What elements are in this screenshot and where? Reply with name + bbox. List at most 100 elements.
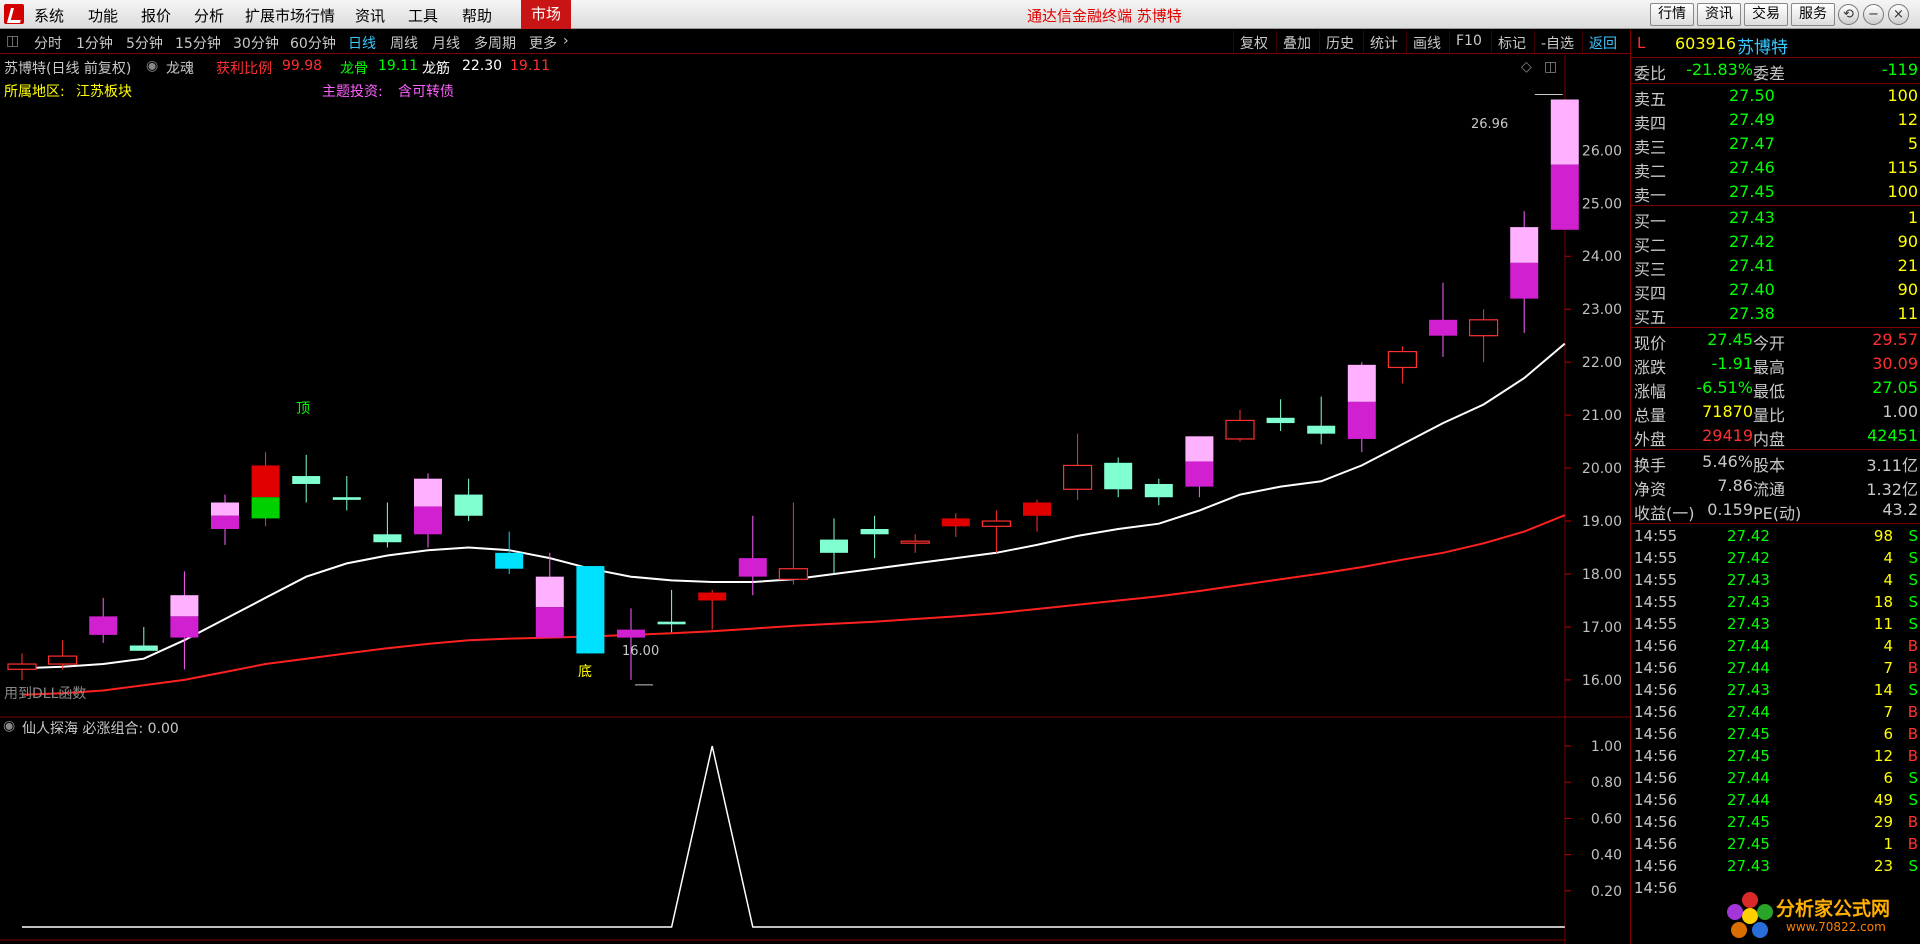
candle-body-lower: [1550, 164, 1579, 230]
indicator-settings-icon[interactable]: ◉: [146, 58, 158, 74]
stat-label: 收益(一): [1634, 504, 1695, 523]
tool-statistics[interactable]: 统计: [1363, 31, 1404, 53]
tool-f10[interactable]: F10: [1449, 31, 1488, 53]
tick-time: 14:56: [1634, 769, 1678, 787]
minimize-icon[interactable]: −: [1863, 4, 1884, 25]
trade-button[interactable]: 交易: [1744, 3, 1788, 26]
menu-analysis[interactable]: 分析: [194, 5, 224, 26]
period-more[interactable]: 更多: [529, 33, 557, 53]
tool-mark[interactable]: 标记: [1491, 31, 1532, 53]
tool-watchlist[interactable]: -自选: [1534, 31, 1580, 53]
panel-toggle-icon[interactable]: ◫: [1544, 59, 1557, 75]
period-toolbar: ◫ 分时 1分钟 5分钟 15分钟 30分钟 60分钟 日线 周线 月线 多周期…: [0, 30, 1630, 54]
info-button[interactable]: 资讯: [1697, 3, 1741, 26]
candle-body-lower: [535, 607, 564, 638]
menu-info[interactable]: 资讯: [355, 5, 385, 26]
candle-body-upper: [1510, 227, 1539, 263]
y-tick-label: 25.00: [1582, 196, 1622, 212]
tick-side: S: [1908, 857, 1918, 875]
candle-body-lower: [211, 515, 239, 529]
ask-row: 卖四 27.49 12: [1631, 109, 1920, 133]
tool-overlay[interactable]: 叠加: [1276, 31, 1317, 53]
tick-row: 14:55 27.42 98 S: [1631, 526, 1920, 548]
tick-time: 14:55: [1634, 593, 1678, 611]
candle-body-upper: [170, 595, 199, 617]
stat-value: 0.159: [1707, 500, 1753, 519]
subchart-title: 仙人探海 必涨组合: 0.00: [22, 721, 179, 737]
bid-price: 27.40: [1729, 280, 1775, 299]
tick-price: 27.43: [1727, 857, 1770, 875]
quote-button[interactable]: 行情: [1650, 3, 1694, 26]
period-monthly[interactable]: 月线: [432, 33, 460, 53]
y-tick-label: 17.00: [1582, 620, 1622, 636]
low-price-label: 16.00: [622, 644, 660, 659]
tool-history[interactable]: 历史: [1319, 31, 1360, 53]
ask-price: 27.46: [1729, 158, 1775, 177]
diamond-icon[interactable]: ◇: [1521, 59, 1532, 75]
tick-volume: 98: [1873, 527, 1893, 545]
more-chevron-icon[interactable]: ›: [563, 33, 569, 49]
candle-body-lower: [251, 497, 280, 519]
stat-label: 总量: [1634, 406, 1667, 425]
tick-volume: 4: [1883, 637, 1893, 655]
candle-body: [900, 540, 930, 544]
watermark-url: www.70822.com: [1786, 920, 1886, 934]
period-30min[interactable]: 30分钟: [233, 33, 279, 53]
tick-volume: 7: [1883, 659, 1893, 677]
chart-area[interactable]: 16.00 17.00 18.00 19.00 20.00 21.00 22.00 23.00…: [0, 55, 1630, 944]
period-1min[interactable]: 1分钟: [76, 33, 113, 53]
stock-flag: L: [1637, 34, 1646, 52]
indicator-name[interactable]: 龙魂: [166, 58, 194, 78]
tick-volume: 14: [1873, 681, 1893, 699]
menu-function[interactable]: 功能: [88, 5, 118, 26]
candle-body-lower: [1185, 461, 1214, 487]
menu-quote[interactable]: 报价: [141, 5, 171, 26]
bid-price: 27.42: [1729, 232, 1775, 251]
window-title: 通达信金融终端 苏博特: [1027, 7, 1182, 25]
candle-body-upper: [414, 478, 442, 507]
tick-volume: 7: [1883, 703, 1893, 721]
menu-extended-market[interactable]: 扩展市场行情: [245, 5, 335, 26]
restore-window-icon[interactable]: ⟲: [1838, 4, 1859, 25]
period-multi[interactable]: 多周期: [474, 33, 516, 53]
tool-restore-rights[interactable]: 复权: [1233, 31, 1274, 53]
divider: [1631, 523, 1920, 524]
period-15min[interactable]: 15分钟: [175, 33, 221, 53]
stat-label: 最低: [1753, 382, 1786, 401]
tick-volume: 4: [1883, 571, 1893, 589]
candle-body: [89, 616, 118, 635]
bid-volume: 90: [1897, 280, 1918, 299]
period-60min[interactable]: 60分钟: [290, 33, 336, 53]
y-tick-label: 18.00: [1582, 567, 1622, 583]
kline-chart[interactable]: 16.00 17.00 18.00 19.00 20.00 21.00 22.00 23.00…: [0, 55, 1630, 944]
period-5min[interactable]: 5分钟: [126, 33, 163, 53]
stat-label: 内盘: [1753, 430, 1786, 449]
theme-value: 含可转债: [398, 84, 454, 100]
sidebar-toggle-icon[interactable]: ◫: [6, 33, 19, 49]
candle-body: [1144, 483, 1173, 498]
candle-body-upper: [535, 576, 564, 608]
tick-volume: 12: [1873, 747, 1893, 765]
tick-price: 27.45: [1727, 747, 1770, 765]
tick-volume: 4: [1883, 549, 1893, 567]
menu-help[interactable]: 帮助: [462, 5, 492, 26]
market-tab[interactable]: 市场: [521, 0, 571, 29]
tool-draw-line[interactable]: 画线: [1406, 31, 1447, 53]
tick-volume: 6: [1883, 769, 1893, 787]
tick-price: 27.44: [1727, 637, 1770, 655]
period-daily[interactable]: 日线: [348, 33, 376, 53]
period-weekly[interactable]: 周线: [390, 33, 418, 53]
close-icon[interactable]: ×: [1888, 4, 1909, 25]
stat-row: 涨跌 -1.91 最高 30.09: [1631, 353, 1920, 377]
period-intraday[interactable]: 分时: [34, 33, 62, 53]
stat-value: -1.91: [1711, 354, 1753, 373]
bid-price: 27.38: [1729, 304, 1775, 323]
sub-y-tick-label: 0.40: [1591, 848, 1622, 864]
menu-system[interactable]: 系统: [34, 5, 64, 26]
candle-body: [778, 568, 809, 580]
subchart-settings-icon[interactable]: ◉: [3, 718, 15, 734]
menu-tools[interactable]: 工具: [408, 5, 438, 26]
tool-back[interactable]: 返回: [1582, 31, 1623, 53]
tick-side: S: [1908, 791, 1918, 809]
service-button[interactable]: 服务: [1791, 3, 1835, 26]
